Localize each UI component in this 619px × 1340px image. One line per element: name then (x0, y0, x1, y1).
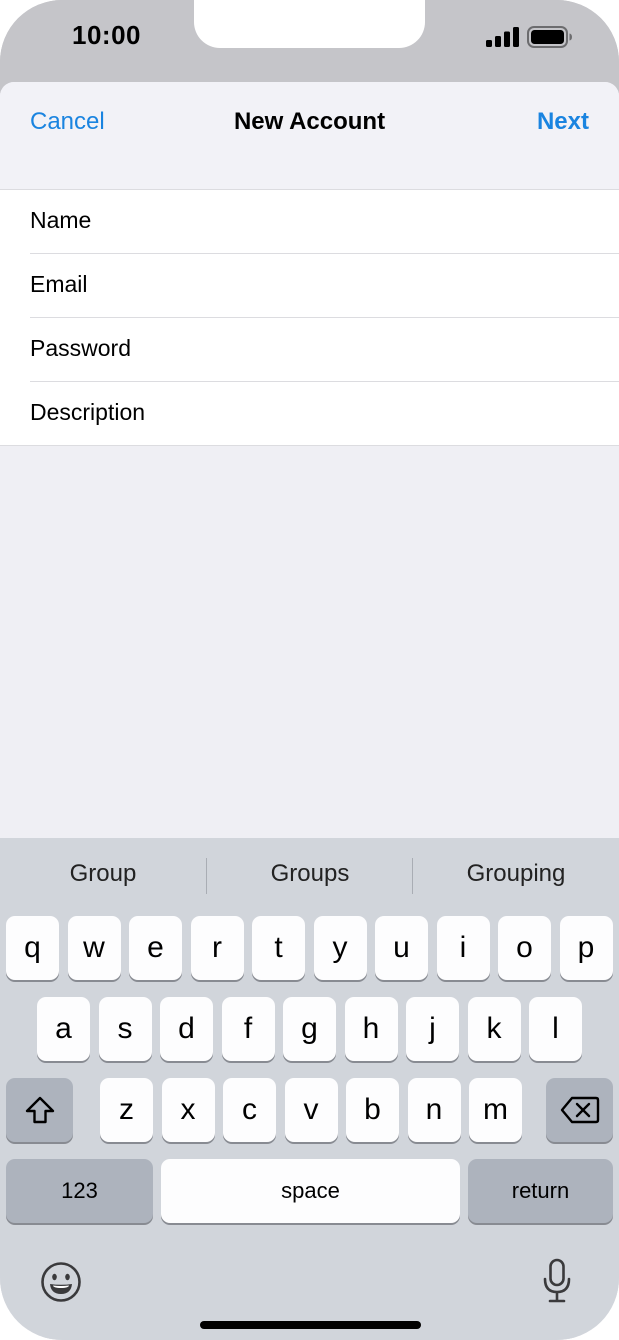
delete-key[interactable] (546, 1078, 613, 1142)
key-y[interactable]: y (313, 916, 367, 980)
description-field-label: Description (30, 399, 146, 425)
shift-key[interactable] (6, 1078, 73, 1142)
key-l[interactable]: l (529, 997, 582, 1061)
next-button[interactable]: Next (537, 108, 589, 136)
shift-icon (25, 1096, 54, 1124)
name-field-label: Name (30, 207, 92, 233)
phone-screen: 10:00 Cancel New Account Next Name Email (0, 0, 619, 1340)
key-n[interactable]: n (407, 1078, 461, 1142)
key-r[interactable]: r (190, 916, 244, 980)
navigation-bar: Cancel New Account Next (0, 82, 619, 189)
key-v[interactable]: v (284, 1078, 338, 1142)
suggestion-item[interactable]: Grouping (413, 860, 619, 888)
home-indicator (200, 1321, 421, 1329)
name-field[interactable]: Name (30, 190, 619, 254)
emoji-icon[interactable] (40, 1261, 82, 1303)
delete-backspace-icon (560, 1096, 599, 1124)
key-a[interactable]: a (37, 997, 90, 1061)
return-key[interactable]: return (468, 1159, 613, 1223)
microphone-icon[interactable] (541, 1258, 573, 1304)
device-notch (194, 0, 425, 48)
key-k[interactable]: k (467, 997, 521, 1061)
numbers-key[interactable]: 123 (6, 1159, 153, 1223)
on-screen-keyboard: Group Groups Grouping qwertyuiop asdfghjk… (0, 838, 619, 1340)
key-w[interactable]: w (67, 916, 121, 980)
key-f[interactable]: f (221, 997, 275, 1061)
status-time: 10:00 (72, 20, 141, 50)
key-j[interactable]: j (406, 997, 459, 1061)
key-g[interactable]: g (283, 997, 336, 1061)
description-field[interactable]: Description (30, 382, 619, 445)
key-p[interactable]: p (559, 916, 613, 980)
key-z[interactable]: z (100, 1078, 153, 1142)
password-field[interactable]: Password (30, 318, 619, 382)
status-bar: 10:00 (0, 0, 619, 82)
key-h[interactable]: h (344, 997, 398, 1061)
space-key[interactable]: space (161, 1159, 460, 1223)
key-q[interactable]: q (6, 916, 59, 980)
key-e[interactable]: e (129, 916, 182, 980)
key-m[interactable]: m (469, 1078, 522, 1142)
key-o[interactable]: o (498, 916, 551, 980)
suggestion-item[interactable]: Group (0, 860, 206, 888)
key-d[interactable]: d (160, 997, 213, 1061)
key-b[interactable]: b (346, 1078, 399, 1142)
key-s[interactable]: s (98, 997, 152, 1061)
suggestion-item[interactable]: Groups (207, 860, 413, 888)
key-i[interactable]: i (436, 916, 490, 980)
account-form: Name Email Password Description (0, 189, 619, 446)
password-field-label: Password (30, 335, 131, 361)
key-x[interactable]: x (161, 1078, 215, 1142)
cellular-signal-icon (486, 27, 519, 47)
battery-icon (527, 26, 572, 48)
page-title: New Account (233, 108, 386, 135)
predictive-suggestions-bar: Group Groups Grouping (0, 838, 619, 914)
email-field[interactable]: Email (30, 254, 619, 318)
key-t[interactable]: t (252, 916, 305, 980)
email-field-label: Email (30, 271, 88, 297)
key-c[interactable]: c (223, 1078, 276, 1142)
key-u[interactable]: u (375, 916, 428, 980)
